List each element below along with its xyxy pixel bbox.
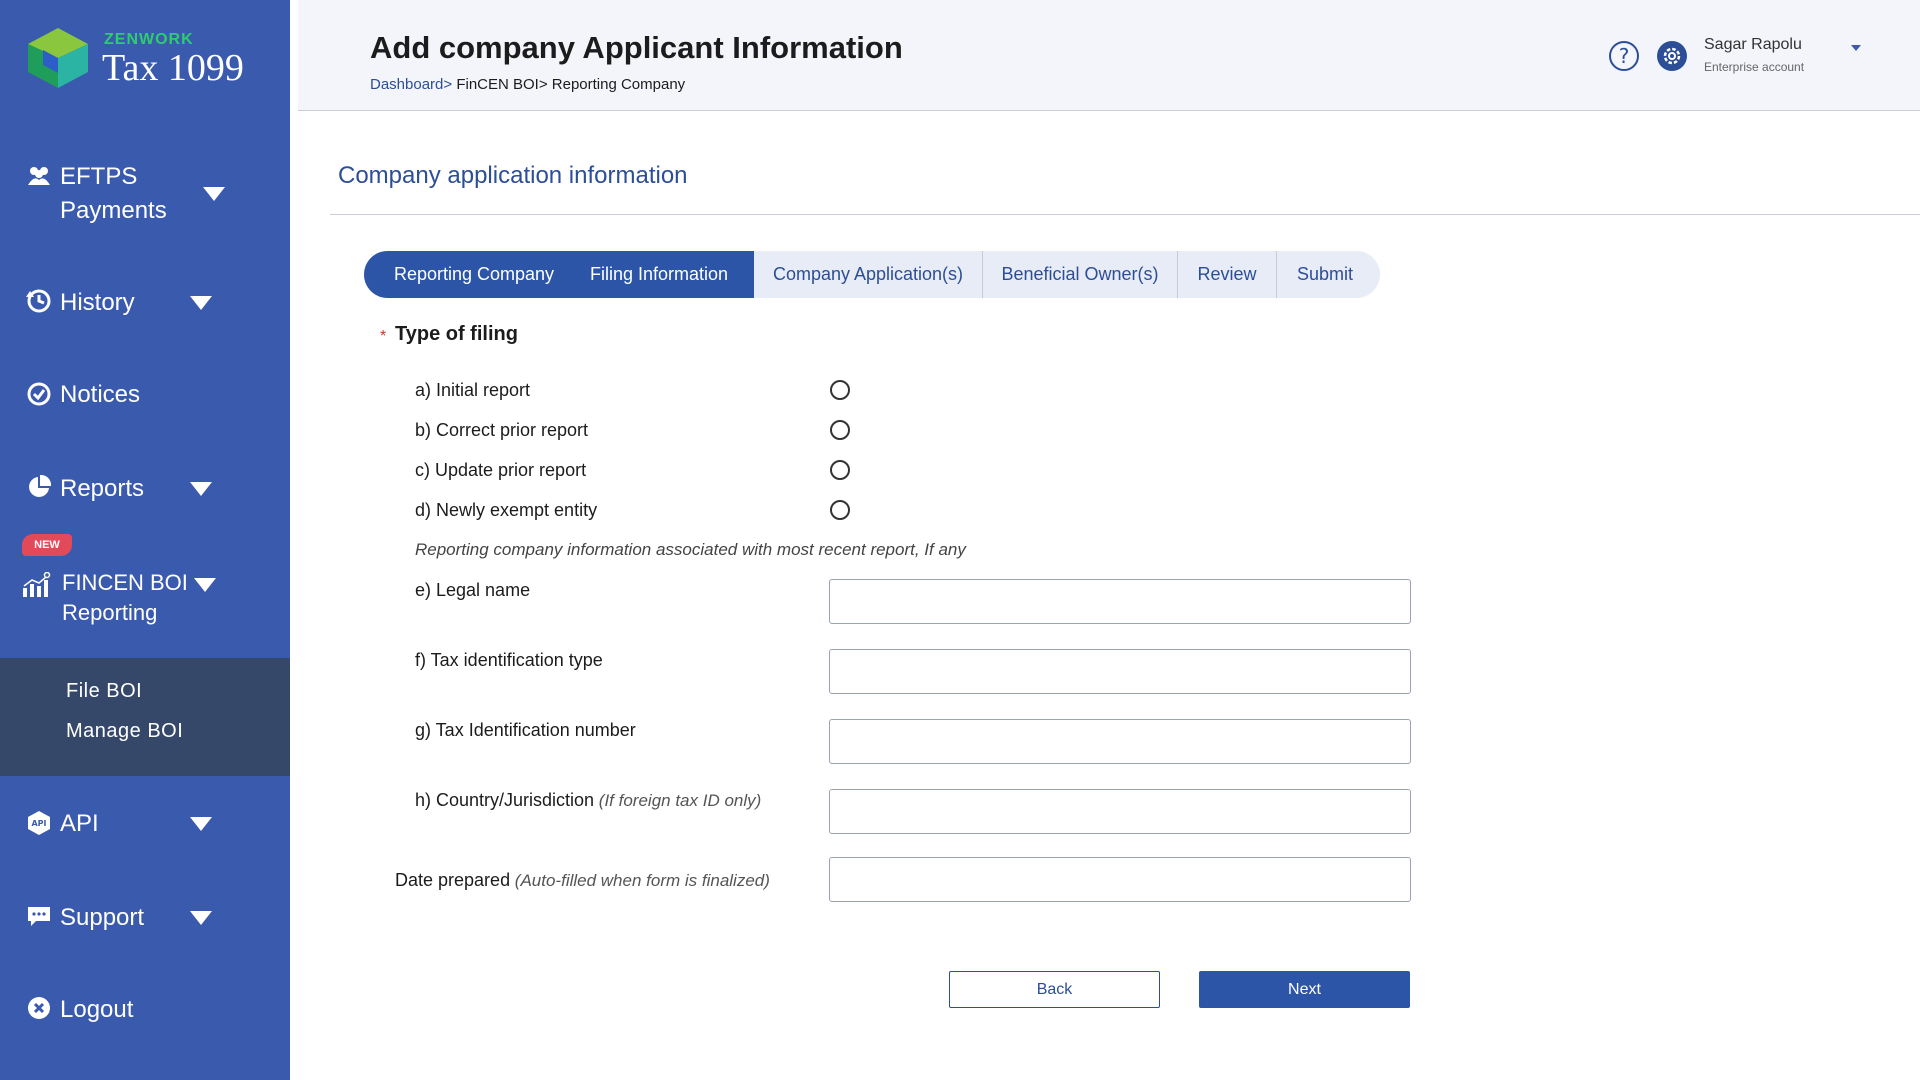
submenu-item-manage-boi[interactable]: Manage BOI	[66, 720, 183, 743]
svg-text:?: ?	[1619, 44, 1630, 68]
sidebar-item-label: Reporting	[62, 600, 158, 625]
filing-option-exempt-radio[interactable]	[830, 500, 850, 520]
sidebar-item-fincen-boi[interactable]: FINCEN BOI Reporting	[0, 566, 290, 630]
filing-option-update-radio[interactable]	[830, 460, 850, 480]
filing-option-label: d) Newly exempt entity	[415, 500, 598, 520]
section-title: Company application information	[338, 162, 688, 189]
notices-icon	[27, 382, 51, 406]
step-review[interactable]: Review	[1178, 251, 1276, 298]
people-icon	[28, 167, 50, 185]
logo-product: Tax 1099	[102, 47, 244, 89]
step-beneficial-owners[interactable]: Beneficial Owner(s)	[983, 251, 1177, 298]
section-divider	[330, 214, 1920, 215]
sidebar-item-history[interactable]: History	[0, 286, 290, 326]
sidebar-item-label: EFTPS	[60, 163, 138, 190]
country-jurisdiction-input[interactable]	[829, 789, 1411, 834]
step-reporting-company[interactable]: Reporting Company	[364, 251, 584, 298]
filing-type-title: Type of filing	[395, 323, 518, 345]
chevron-down-icon	[190, 911, 212, 925]
step-company-applications[interactable]: Company Application(s)	[754, 251, 982, 298]
user-role: Enterprise account	[1704, 60, 1805, 74]
back-button[interactable]: Back	[949, 971, 1160, 1008]
chevron-down-icon	[190, 482, 212, 496]
sidebar-item-label: Payments	[60, 197, 167, 224]
pie-chart-icon	[29, 474, 52, 497]
required-asterisk: *	[380, 328, 387, 345]
chevron-down-icon	[190, 817, 212, 831]
filing-option-initial-radio[interactable]	[830, 380, 850, 400]
sidebar-item-label: FINCEN BOI	[62, 570, 188, 595]
recent-report-note: Reporting company information associated…	[415, 540, 966, 559]
logo-cube-icon	[28, 28, 88, 88]
api-icon: API	[28, 811, 50, 835]
filing-option-label: a) Initial report	[415, 380, 531, 400]
sidebar-item-support[interactable]: Support	[0, 901, 290, 941]
new-badge: NEW	[22, 534, 72, 556]
sidebar-item-label: API	[60, 810, 99, 837]
chevron-down-icon	[203, 187, 225, 201]
next-button[interactable]: Next	[1199, 971, 1410, 1008]
bar-chart-icon	[23, 572, 51, 597]
sidebar-item-reports[interactable]: Reports	[0, 472, 290, 512]
page-title: Add company Applicant Information	[370, 30, 903, 65]
date-prepared-label: Date prepared (Auto-filled when form is …	[395, 870, 770, 890]
date-prepared-input[interactable]	[829, 857, 1411, 902]
tax-id-number-input[interactable]	[829, 719, 1411, 764]
sidebar-item-label: Logout	[60, 996, 134, 1023]
sidebar-item-label: Notices	[60, 381, 141, 408]
chat-icon	[28, 907, 50, 926]
sidebar-item-api[interactable]: API API	[0, 807, 290, 847]
sidebar-item-label: Reports	[60, 475, 145, 502]
sidebar-item-label: Support	[60, 904, 145, 931]
logo[interactable]: ZENWORK Tax 1099	[26, 26, 266, 90]
step-tabs: Reporting Company Filing Information Com…	[364, 251, 1380, 298]
filing-option-label: c) Update prior report	[415, 460, 587, 480]
top-header: Add company Applicant Information Dashbo…	[298, 0, 1920, 111]
tax-id-type-input[interactable]	[829, 649, 1411, 694]
tax-id-type-label: f) Tax identification type	[415, 650, 603, 670]
submenu-item-file-boi[interactable]: File BOI	[66, 680, 142, 703]
help-icon[interactable]: ?	[1608, 40, 1640, 72]
filing-option-correct-radio[interactable]	[830, 420, 850, 440]
fincen-submenu: File BOI Manage BOI	[0, 658, 290, 776]
chevron-down-icon	[194, 578, 216, 592]
user-name[interactable]: Sagar Rapolu	[1704, 36, 1802, 54]
user-menu-chevron-icon[interactable]	[1851, 45, 1861, 51]
gear-icon[interactable]	[1656, 40, 1688, 72]
breadcrumb-dashboard-link[interactable]: Dashboard>	[370, 76, 452, 93]
logout-icon	[28, 997, 50, 1019]
legal-name-input[interactable]	[829, 579, 1411, 624]
sidebar-item-label: History	[60, 289, 135, 316]
legal-name-label: e) Legal name	[415, 580, 531, 600]
history-icon	[26, 289, 51, 313]
svg-text:API: API	[31, 819, 46, 828]
sidebar-item-eftps-payments[interactable]: EFTPS Payments	[0, 160, 290, 230]
step-submit[interactable]: Submit	[1277, 251, 1373, 298]
filing-option-label: b) Correct prior report	[415, 420, 589, 440]
breadcrumb-rest: FinCEN BOI> Reporting Company	[452, 76, 686, 93]
country-jurisdiction-label: h) Country/Jurisdiction (If foreign tax …	[415, 790, 762, 810]
sidebar-item-logout[interactable]: Logout	[0, 993, 290, 1033]
step-filing-information[interactable]: Filing Information	[564, 251, 754, 298]
sidebar: ZENWORK Tax 1099 EFTPS Payments History …	[0, 0, 290, 1080]
tax-id-number-label: g) Tax Identification number	[415, 720, 636, 740]
sidebar-item-notices[interactable]: Notices	[0, 378, 290, 418]
breadcrumb: Dashboard> FinCEN BOI> Reporting Company	[370, 76, 685, 93]
chevron-down-icon	[190, 296, 212, 310]
